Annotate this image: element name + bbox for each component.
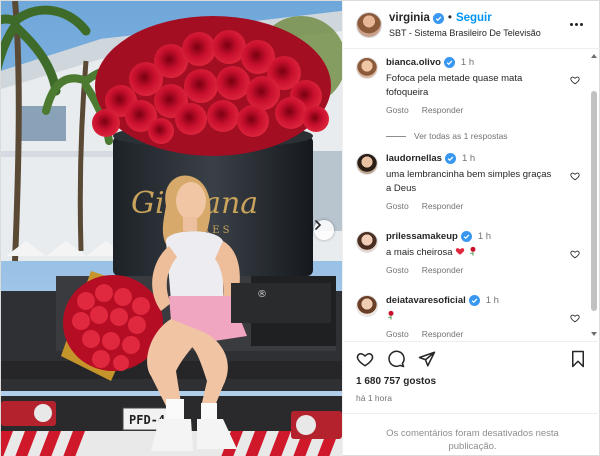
comment-actions: Gosto Responder <box>386 265 463 275</box>
heart-icon[interactable] <box>570 75 580 85</box>
heart-icon[interactable] <box>570 249 580 259</box>
post-photo: Giuliana FLORES <box>1 1 342 456</box>
comment-header: prilessamakeup 1 h <box>386 231 491 242</box>
comment-like-button[interactable]: Gosto <box>386 329 409 339</box>
comment-header: laudornellas 1 h <box>386 153 475 164</box>
bookmark-icon[interactable] <box>569 350 587 368</box>
view-replies-label: Ver todas as 1 respostas <box>414 131 508 141</box>
comment-actions: Gosto Responder <box>386 329 463 339</box>
post-time: há 1 hora <box>356 393 392 403</box>
svg-text:®: ® <box>257 289 267 300</box>
comments-disabled-notice: Os comentários foram desativados nesta p… <box>343 413 600 456</box>
chevron-right-icon <box>315 220 322 230</box>
commenter-avatar[interactable] <box>356 57 378 79</box>
comment-reply-button[interactable]: Responder <box>422 105 464 115</box>
heart-icon[interactable] <box>570 313 580 323</box>
author-subtitle[interactable]: SBT - Sistema Brasileiro De Televisão <box>389 28 541 38</box>
verified-icon <box>444 153 456 164</box>
view-replies-button[interactable]: Ver todas as 1 respostas <box>386 131 508 141</box>
photo-illustration: Giuliana FLORES <box>1 1 342 456</box>
likes-count[interactable]: 1 680 757 gostos <box>356 376 436 387</box>
verified-icon <box>443 57 455 68</box>
verified-icon <box>468 295 480 306</box>
post-header: virginia • Seguir SBT - Sistema Brasilei… <box>343 1 600 49</box>
scroll-up-arrow-icon[interactable] <box>591 53 597 59</box>
post-actions-bar <box>343 341 600 375</box>
author-line: virginia • Seguir <box>389 12 492 24</box>
comment-like-button[interactable]: Gosto <box>386 105 409 115</box>
comment-item: deiatavaresoficial 1 h Gosto Responder <box>343 291 595 341</box>
author-username[interactable]: virginia <box>389 12 430 24</box>
more-options-icon[interactable] <box>568 17 584 31</box>
comment-actions: Gosto Responder <box>386 201 463 211</box>
commenter-username[interactable]: prilessamakeup <box>386 231 458 242</box>
comment-time: 1 h <box>461 153 476 164</box>
comment-reply-button[interactable]: Responder <box>422 201 464 211</box>
comment-like-button[interactable]: Gosto <box>386 265 409 275</box>
comment-item: bianca.olivo 1 h Fofoca pela metade quas… <box>343 53 595 143</box>
share-icon[interactable] <box>418 350 436 368</box>
commenter-avatar[interactable] <box>356 153 378 175</box>
comment-header: bianca.olivo 1 h <box>386 57 474 68</box>
comment-item: prilessamakeup 1 h a mais cheirosa Gosto… <box>343 227 595 285</box>
verified-icon <box>460 231 472 242</box>
comment-header: deiatavaresoficial 1 h <box>386 295 499 306</box>
comment-time: 1 h <box>460 57 475 68</box>
comment-time: 1 h <box>485 295 499 306</box>
comments-scrollbar[interactable] <box>591 91 597 311</box>
comment-text-content: a mais cheirosa <box>386 247 453 258</box>
comments-list: bianca.olivo 1 h Fofoca pela metade quas… <box>343 49 600 341</box>
comment-reply-button[interactable]: Responder <box>422 329 464 339</box>
commenter-avatar[interactable] <box>356 295 378 317</box>
comment-text: a mais cheirosa <box>386 246 556 260</box>
author-avatar[interactable] <box>356 12 382 38</box>
commenter-username[interactable]: laudornellas <box>386 153 442 164</box>
comment-like-button[interactable]: Gosto <box>386 201 409 211</box>
follow-button[interactable]: Seguir <box>456 12 492 24</box>
commenter-username[interactable]: bianca.olivo <box>386 57 441 68</box>
post-modal: Giuliana FLORES <box>0 0 600 456</box>
comment-time: 1 h <box>477 231 492 242</box>
commenter-username[interactable]: deiatavaresoficial <box>386 295 466 306</box>
verified-icon <box>432 12 444 24</box>
replies-divider <box>386 135 406 137</box>
comment-item: laudornellas 1 h uma lembrancinha bem si… <box>343 149 595 219</box>
comment-text: uma lembrancinha bem simples graças a De… <box>386 169 552 194</box>
red-heart-emoji-icon <box>455 248 465 255</box>
rose-emoji-icon <box>388 310 394 320</box>
comment-text <box>386 310 556 324</box>
post-sidebar: virginia • Seguir SBT - Sistema Brasilei… <box>342 1 600 456</box>
commenter-avatar[interactable] <box>356 231 378 253</box>
comment-icon[interactable] <box>387 350 405 368</box>
comment-reply-button[interactable]: Responder <box>422 265 464 275</box>
heart-icon[interactable] <box>570 171 580 181</box>
comment-text: Fofoca pela metade quase mata fofoqueira <box>386 73 523 98</box>
heart-icon[interactable] <box>356 350 374 368</box>
rose-emoji-icon <box>469 246 476 256</box>
header-separator: • <box>447 12 452 24</box>
scroll-down-arrow-icon[interactable] <box>591 331 597 337</box>
comment-actions: Gosto Responder <box>386 105 463 115</box>
next-photo-button[interactable] <box>314 220 334 240</box>
